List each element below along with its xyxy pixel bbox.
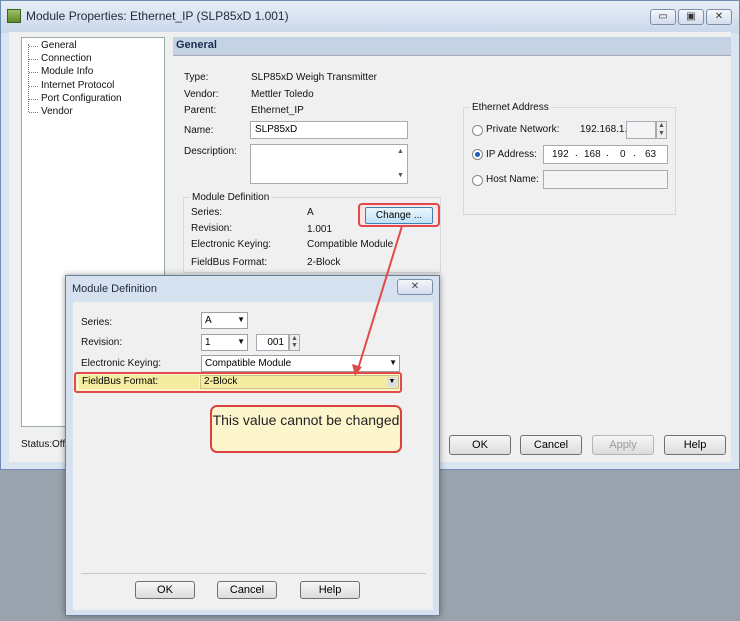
- arrow-head: [352, 364, 362, 376]
- arrow-line: [357, 225, 403, 370]
- annotation-arrow: [352, 225, 403, 376]
